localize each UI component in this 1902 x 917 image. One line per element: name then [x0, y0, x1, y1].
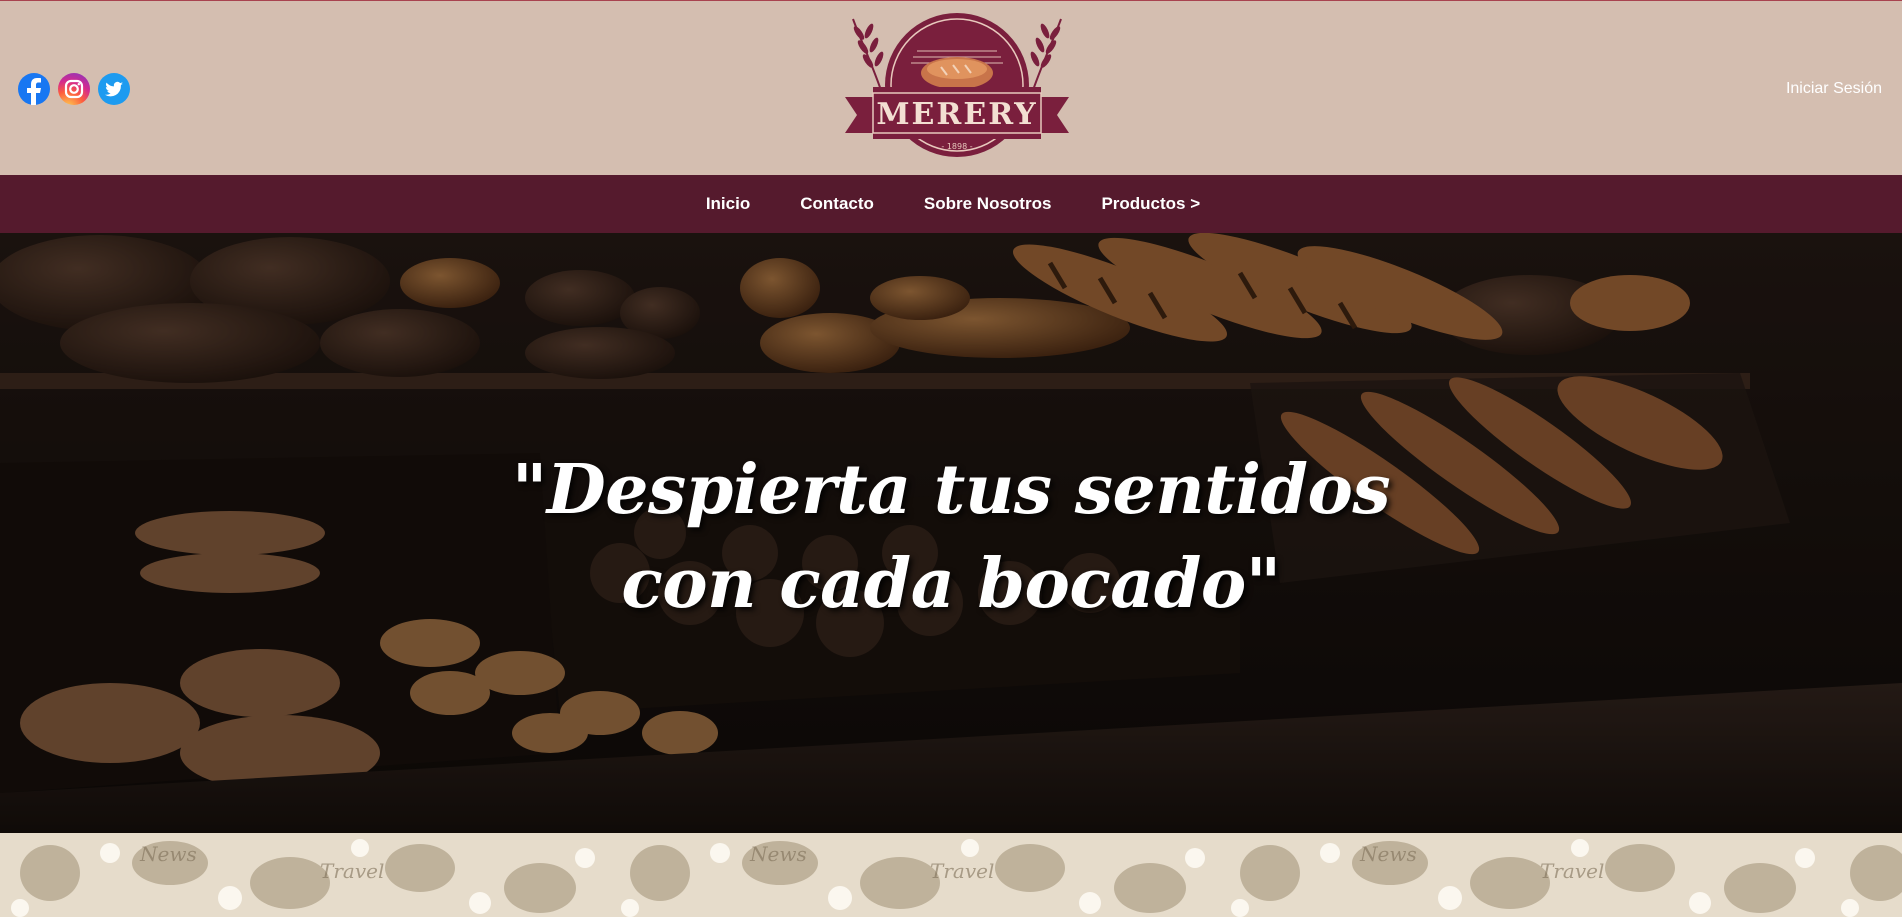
twitter-icon[interactable] [98, 73, 130, 105]
instagram-icon[interactable] [58, 73, 90, 105]
hero-slogan-line2: con cada bocado" [621, 544, 1281, 624]
newspaper-pattern-strip: News Travel [0, 833, 1902, 917]
merery-logo[interactable]: MERERY - 1898 - [843, 11, 1071, 161]
login-link[interactable]: Iniciar Sesión [1786, 80, 1882, 98]
nav-item-sobre-nosotros[interactable]: Sobre Nosotros [924, 194, 1052, 214]
logo-brand-text: MERERY [876, 97, 1037, 132]
hero-slogan-line1: "Despierta tus sentidos [511, 450, 1391, 530]
hero-banner: "Despierta tus sentidos con cada bocado" [0, 233, 1902, 833]
logo-year-text: - 1898 - [941, 142, 972, 151]
facebook-icon[interactable] [18, 73, 50, 105]
hero-slogan: "Despierta tus sentidos con cada bocado" [0, 443, 1902, 631]
social-links [18, 73, 130, 105]
nav-item-productos[interactable]: Productos > [1101, 194, 1200, 214]
site-header: MERERY - 1898 - Iniciar Sesión [0, 0, 1902, 175]
main-nav: Inicio Contacto Sobre Nosotros Productos… [0, 175, 1902, 233]
nav-item-inicio[interactable]: Inicio [706, 194, 750, 214]
nav-item-contacto[interactable]: Contacto [800, 194, 874, 214]
